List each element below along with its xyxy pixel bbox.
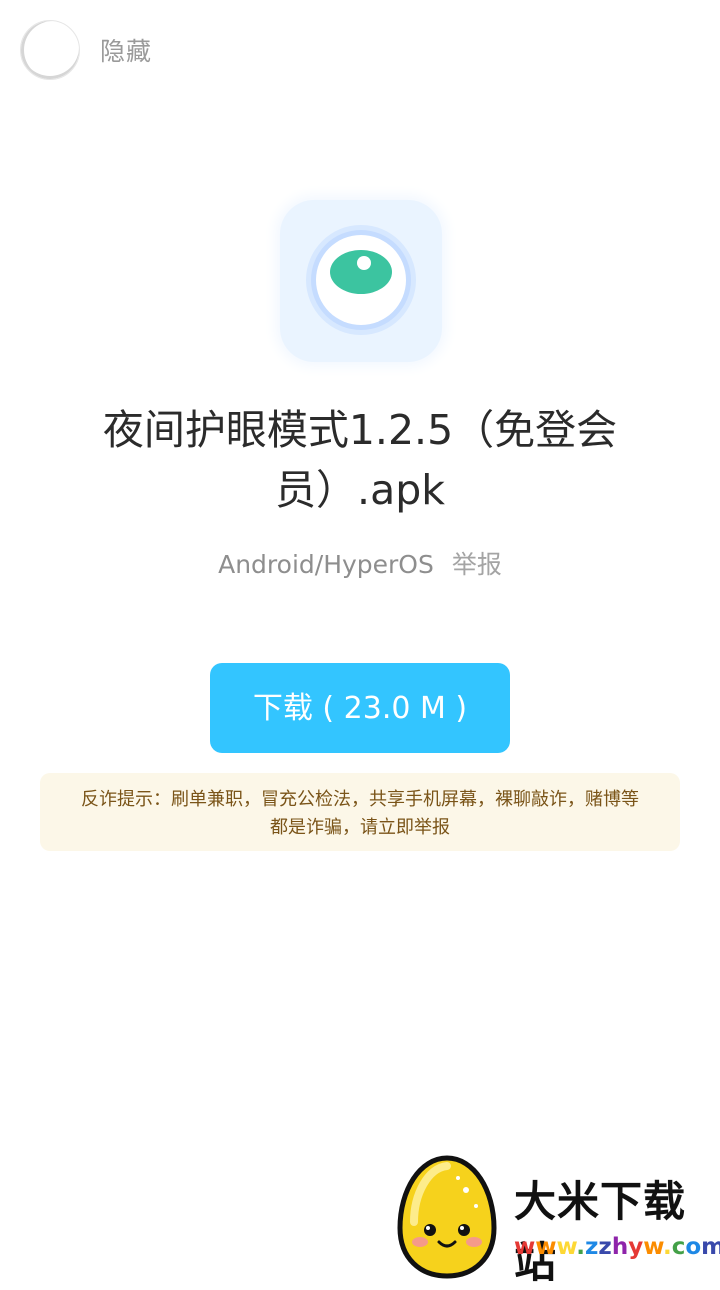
app-title-line2: 员）.apk (275, 466, 445, 514)
rice-mascot-icon (397, 1155, 497, 1279)
platform-label: Android/HyperOS (218, 550, 434, 579)
fraud-notice-line2: 都是诈骗，请立即举报 (270, 817, 450, 838)
fraud-notice: 反诈提示：刷单兼职，冒充公检法，共享手机屏幕，裸聊敲诈，赌博等 都是诈骗，请立即… (40, 773, 680, 851)
watermark-url: www.zzhyw.com (514, 1234, 720, 1260)
app-title: 夜间护眼模式1.2.5（免登会 员）.apk (60, 400, 660, 520)
watermark-name: 大米下载站 (514, 1177, 687, 1287)
app-title-line1: 夜间护眼模式1.2.5（免登会 (102, 406, 618, 454)
hide-button[interactable]: 隐藏 (100, 32, 152, 68)
download-button[interactable]: 下载 ( 23.0 M ) (210, 663, 510, 753)
meta-row: Android/HyperOS 举报 (0, 545, 720, 581)
avatar[interactable] (20, 20, 80, 80)
report-link[interactable]: 举报 (452, 550, 502, 579)
eye-icon (306, 225, 416, 335)
watermark: 大米下载站 www.zzhyw.com (392, 1150, 720, 1287)
app-icon (280, 200, 442, 362)
fraud-notice-line1: 反诈提示：刷单兼职，冒充公检法，共享手机屏幕，裸聊敲诈，赌博等 (81, 789, 639, 810)
top-bar: 隐藏 (0, 0, 720, 100)
